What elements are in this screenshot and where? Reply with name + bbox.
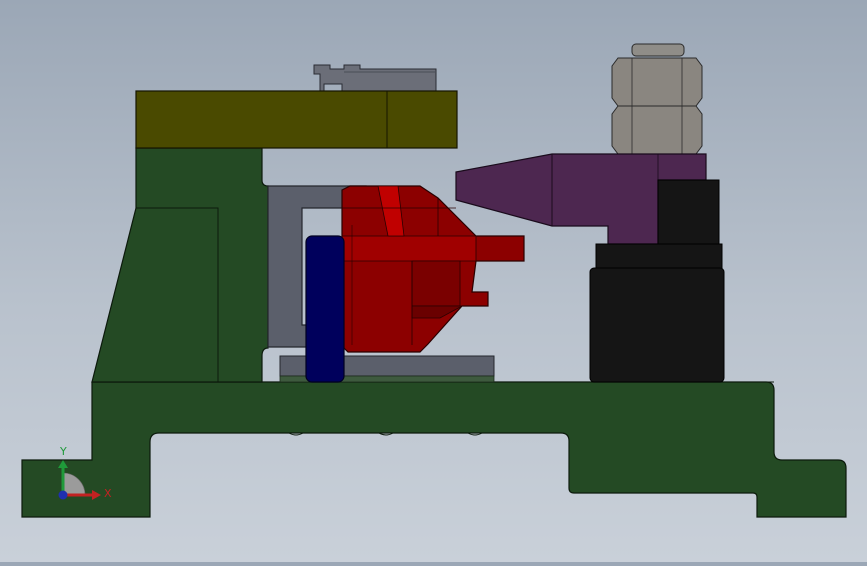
y-axis-label: Y (59, 445, 67, 458)
base-plate[interactable] (21, 381, 847, 518)
x-axis-label: X (104, 487, 112, 500)
cad-viewport[interactable]: Y X (0, 0, 867, 562)
upright-block[interactable] (91, 147, 269, 383)
clamp-screw[interactable] (313, 64, 437, 92)
assembly-drawing: Y X (21, 43, 847, 518)
locating-pin[interactable] (305, 235, 345, 383)
hex-nut[interactable] (611, 43, 703, 155)
clamp-arm[interactable] (135, 90, 458, 149)
